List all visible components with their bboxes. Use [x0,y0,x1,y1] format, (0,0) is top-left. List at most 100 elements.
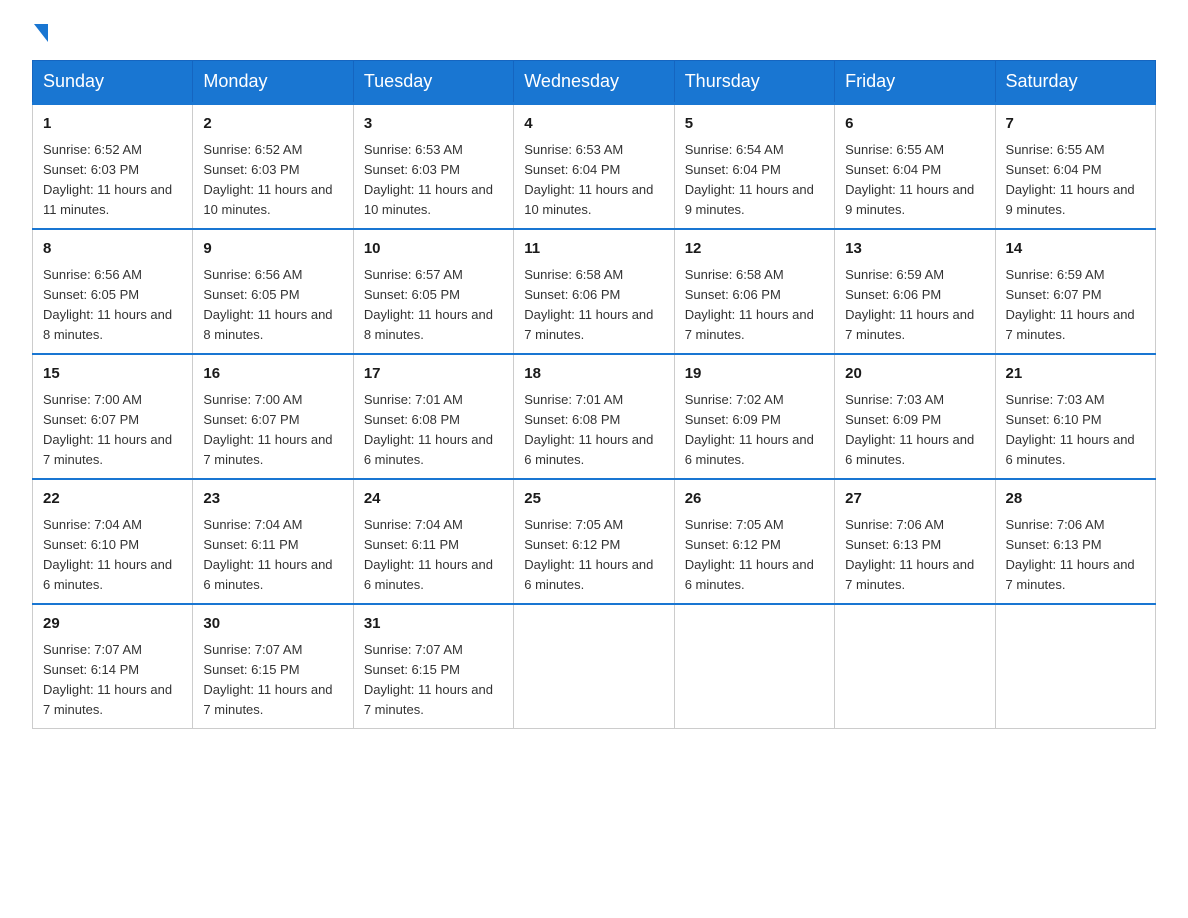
calendar-cell: 14 Sunrise: 6:59 AMSunset: 6:07 PMDaylig… [995,229,1155,354]
day-number: 21 [1006,363,1145,386]
calendar-table: SundayMondayTuesdayWednesdayThursdayFrid… [32,60,1156,729]
calendar-cell: 27 Sunrise: 7:06 AMSunset: 6:13 PMDaylig… [835,479,995,604]
day-info: Sunrise: 6:59 AMSunset: 6:06 PMDaylight:… [845,267,974,342]
calendar-cell: 11 Sunrise: 6:58 AMSunset: 6:06 PMDaylig… [514,229,674,354]
day-number: 11 [524,238,663,261]
calendar-cell: 19 Sunrise: 7:02 AMSunset: 6:09 PMDaylig… [674,354,834,479]
day-number: 30 [203,613,342,636]
calendar-cell: 1 Sunrise: 6:52 AMSunset: 6:03 PMDayligh… [33,104,193,230]
day-info: Sunrise: 7:07 AMSunset: 6:15 PMDaylight:… [203,642,332,717]
day-info: Sunrise: 7:03 AMSunset: 6:10 PMDaylight:… [1006,392,1135,467]
day-info: Sunrise: 7:06 AMSunset: 6:13 PMDaylight:… [1006,517,1135,592]
day-number: 3 [364,113,503,136]
calendar-cell: 21 Sunrise: 7:03 AMSunset: 6:10 PMDaylig… [995,354,1155,479]
day-info: Sunrise: 7:04 AMSunset: 6:10 PMDaylight:… [43,517,172,592]
calendar-header-row: SundayMondayTuesdayWednesdayThursdayFrid… [33,61,1156,104]
calendar-cell: 10 Sunrise: 6:57 AMSunset: 6:05 PMDaylig… [353,229,513,354]
calendar-week-row: 8 Sunrise: 6:56 AMSunset: 6:05 PMDayligh… [33,229,1156,354]
day-info: Sunrise: 6:54 AMSunset: 6:04 PMDaylight:… [685,142,814,217]
calendar-cell: 22 Sunrise: 7:04 AMSunset: 6:10 PMDaylig… [33,479,193,604]
calendar-cell: 24 Sunrise: 7:04 AMSunset: 6:11 PMDaylig… [353,479,513,604]
day-info: Sunrise: 6:55 AMSunset: 6:04 PMDaylight:… [845,142,974,217]
header-friday: Friday [835,61,995,104]
logo-triangle-icon [34,24,48,42]
day-info: Sunrise: 6:52 AMSunset: 6:03 PMDaylight:… [43,142,172,217]
day-number: 26 [685,488,824,511]
calendar-cell: 2 Sunrise: 6:52 AMSunset: 6:03 PMDayligh… [193,104,353,230]
day-info: Sunrise: 7:05 AMSunset: 6:12 PMDaylight:… [685,517,814,592]
day-number: 6 [845,113,984,136]
day-info: Sunrise: 6:52 AMSunset: 6:03 PMDaylight:… [203,142,332,217]
day-number: 14 [1006,238,1145,261]
day-info: Sunrise: 7:06 AMSunset: 6:13 PMDaylight:… [845,517,974,592]
logo [32,24,50,40]
calendar-week-row: 15 Sunrise: 7:00 AMSunset: 6:07 PMDaylig… [33,354,1156,479]
calendar-cell: 26 Sunrise: 7:05 AMSunset: 6:12 PMDaylig… [674,479,834,604]
day-number: 1 [43,113,182,136]
calendar-cell [995,604,1155,729]
day-number: 7 [1006,113,1145,136]
day-number: 27 [845,488,984,511]
day-number: 10 [364,238,503,261]
calendar-cell [835,604,995,729]
day-info: Sunrise: 7:01 AMSunset: 6:08 PMDaylight:… [364,392,493,467]
day-number: 16 [203,363,342,386]
day-number: 22 [43,488,182,511]
day-info: Sunrise: 7:05 AMSunset: 6:12 PMDaylight:… [524,517,653,592]
day-info: Sunrise: 6:59 AMSunset: 6:07 PMDaylight:… [1006,267,1135,342]
calendar-cell: 18 Sunrise: 7:01 AMSunset: 6:08 PMDaylig… [514,354,674,479]
day-number: 28 [1006,488,1145,511]
day-number: 24 [364,488,503,511]
calendar-cell: 4 Sunrise: 6:53 AMSunset: 6:04 PMDayligh… [514,104,674,230]
day-number: 17 [364,363,503,386]
calendar-cell: 30 Sunrise: 7:07 AMSunset: 6:15 PMDaylig… [193,604,353,729]
header-thursday: Thursday [674,61,834,104]
day-info: Sunrise: 6:56 AMSunset: 6:05 PMDaylight:… [43,267,172,342]
day-number: 9 [203,238,342,261]
header-wednesday: Wednesday [514,61,674,104]
calendar-cell: 29 Sunrise: 7:07 AMSunset: 6:14 PMDaylig… [33,604,193,729]
day-number: 31 [364,613,503,636]
calendar-cell: 23 Sunrise: 7:04 AMSunset: 6:11 PMDaylig… [193,479,353,604]
calendar-cell: 8 Sunrise: 6:56 AMSunset: 6:05 PMDayligh… [33,229,193,354]
day-info: Sunrise: 7:04 AMSunset: 6:11 PMDaylight:… [364,517,493,592]
calendar-cell: 7 Sunrise: 6:55 AMSunset: 6:04 PMDayligh… [995,104,1155,230]
day-number: 19 [685,363,824,386]
day-number: 23 [203,488,342,511]
calendar-cell: 12 Sunrise: 6:58 AMSunset: 6:06 PMDaylig… [674,229,834,354]
day-number: 2 [203,113,342,136]
header-monday: Monday [193,61,353,104]
day-number: 25 [524,488,663,511]
day-info: Sunrise: 6:56 AMSunset: 6:05 PMDaylight:… [203,267,332,342]
day-info: Sunrise: 6:53 AMSunset: 6:04 PMDaylight:… [524,142,653,217]
header-tuesday: Tuesday [353,61,513,104]
day-info: Sunrise: 7:07 AMSunset: 6:15 PMDaylight:… [364,642,493,717]
calendar-cell: 5 Sunrise: 6:54 AMSunset: 6:04 PMDayligh… [674,104,834,230]
day-info: Sunrise: 6:53 AMSunset: 6:03 PMDaylight:… [364,142,493,217]
page-header [32,24,1156,40]
calendar-cell: 31 Sunrise: 7:07 AMSunset: 6:15 PMDaylig… [353,604,513,729]
calendar-cell [674,604,834,729]
header-saturday: Saturday [995,61,1155,104]
day-number: 15 [43,363,182,386]
calendar-cell: 28 Sunrise: 7:06 AMSunset: 6:13 PMDaylig… [995,479,1155,604]
calendar-cell: 20 Sunrise: 7:03 AMSunset: 6:09 PMDaylig… [835,354,995,479]
day-info: Sunrise: 6:58 AMSunset: 6:06 PMDaylight:… [685,267,814,342]
day-info: Sunrise: 7:07 AMSunset: 6:14 PMDaylight:… [43,642,172,717]
day-number: 5 [685,113,824,136]
day-number: 13 [845,238,984,261]
day-info: Sunrise: 7:00 AMSunset: 6:07 PMDaylight:… [43,392,172,467]
calendar-cell: 15 Sunrise: 7:00 AMSunset: 6:07 PMDaylig… [33,354,193,479]
day-info: Sunrise: 6:57 AMSunset: 6:05 PMDaylight:… [364,267,493,342]
calendar-cell: 17 Sunrise: 7:01 AMSunset: 6:08 PMDaylig… [353,354,513,479]
calendar-week-row: 1 Sunrise: 6:52 AMSunset: 6:03 PMDayligh… [33,104,1156,230]
calendar-cell: 3 Sunrise: 6:53 AMSunset: 6:03 PMDayligh… [353,104,513,230]
calendar-week-row: 29 Sunrise: 7:07 AMSunset: 6:14 PMDaylig… [33,604,1156,729]
calendar-cell: 16 Sunrise: 7:00 AMSunset: 6:07 PMDaylig… [193,354,353,479]
day-info: Sunrise: 6:58 AMSunset: 6:06 PMDaylight:… [524,267,653,342]
calendar-cell: 13 Sunrise: 6:59 AMSunset: 6:06 PMDaylig… [835,229,995,354]
day-number: 18 [524,363,663,386]
day-number: 8 [43,238,182,261]
calendar-cell: 6 Sunrise: 6:55 AMSunset: 6:04 PMDayligh… [835,104,995,230]
day-info: Sunrise: 7:04 AMSunset: 6:11 PMDaylight:… [203,517,332,592]
